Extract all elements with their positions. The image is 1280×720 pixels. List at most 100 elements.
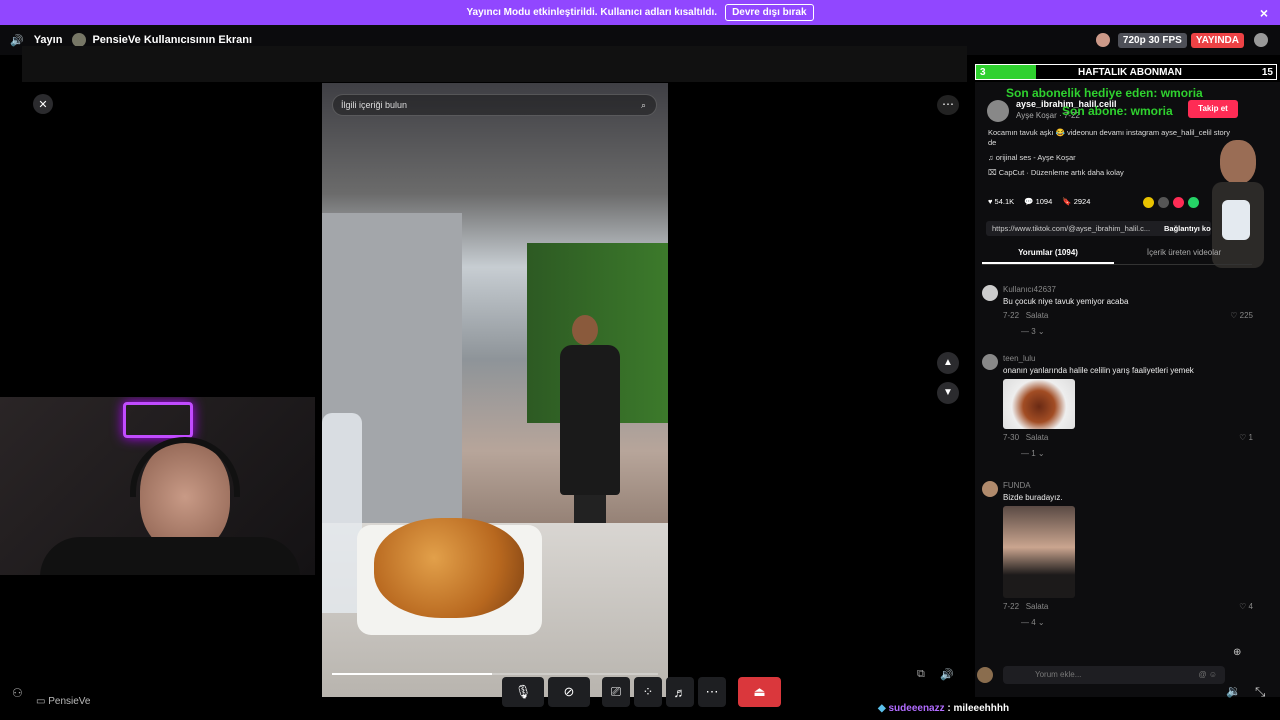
webcam-feed <box>0 397 315 575</box>
comment-like-count: 225 <box>1239 311 1253 320</box>
gift-line: Son abonelik hediye eden: wmoria <box>1006 86 1203 100</box>
reply-button[interactable]: Salata <box>1026 602 1049 611</box>
neon-light <box>123 402 193 438</box>
headset-icon <box>130 437 240 497</box>
webcam-name-text: PensieVe <box>48 696 91 707</box>
volume-bottom-button[interactable]: 🔉 <box>1226 684 1241 698</box>
view-replies[interactable]: — 1 ⌄ <box>1003 449 1253 458</box>
like-count: 54.1K <box>994 197 1015 206</box>
comment-user[interactable]: Kullanıcı42637 <box>1003 285 1253 294</box>
creator-avatar[interactable] <box>987 100 1009 122</box>
reply-button[interactable]: Salata <box>1026 311 1049 320</box>
mention-icon[interactable]: @ ☺ <box>1198 666 1217 684</box>
soundboard-icon: ♬ <box>673 684 687 700</box>
browser-toolbar <box>22 46 967 82</box>
disable-streamer-mode-button[interactable]: Devre dışı bırak <box>725 4 814 21</box>
chat-line: ◆ sudeeenazz : mileeehhhh <box>878 703 1009 714</box>
video-link: https://www.tiktok.com/@ayse_ibrahim_hal… <box>992 224 1151 233</box>
view-replies[interactable]: — 4 ⌄ <box>1003 618 1253 627</box>
comment-button[interactable]: 💬 1094 <box>1024 197 1052 206</box>
comment-placeholder: Yorum ekle... <box>1035 670 1082 679</box>
more-options-button[interactable]: ⋯ <box>937 95 959 115</box>
comment-meta: 7-22 Salata ♡ 4 <box>1003 602 1253 611</box>
screen-share-button[interactable]: ⎚ <box>602 677 630 707</box>
more-button[interactable]: ⋯ <box>698 677 726 707</box>
comment-image[interactable] <box>1003 379 1075 429</box>
video-progress-bar[interactable] <box>332 673 658 675</box>
search-input[interactable]: İlgili içeriği bulun ⌕ <box>332 94 657 116</box>
comment-likes[interactable]: ♡ 225 <box>1230 311 1253 320</box>
next-video-button[interactable]: ▼ <box>937 382 959 404</box>
comment-text: Bu çocuk niye tavuk yemiyor acaba <box>1003 297 1129 306</box>
chat-icon[interactable] <box>1254 33 1268 47</box>
tab-comments[interactable]: Yorumlar (1094) <box>982 248 1114 264</box>
embed-icon[interactable] <box>1158 197 1169 208</box>
tab-divider <box>982 264 1252 265</box>
comment-user[interactable]: FUNDA <box>1003 481 1253 490</box>
comment-avatar[interactable] <box>982 481 998 497</box>
send-icon[interactable] <box>1173 197 1184 208</box>
more-icon: ⋯ <box>705 684 719 699</box>
comment-avatar[interactable] <box>982 354 998 370</box>
comment-item: teen_lulu onanın yanlarında halile celil… <box>1003 354 1253 458</box>
camera-button[interactable]: ⊘ <box>548 677 590 707</box>
sub-count: 3 <box>980 66 986 78</box>
copy-link-button[interactable]: Bağlantıyı kopyala <box>1164 221 1211 236</box>
banner-message: Yayıncı Modu etkinleştirildi. Kullanıcı … <box>466 7 718 18</box>
volume-button[interactable]: 🔊 <box>940 668 954 681</box>
chevron-down-icon: ▼ <box>943 387 953 398</box>
reply-count: 4 <box>1031 618 1036 627</box>
reply-count: 3 <box>1031 327 1036 336</box>
shirt <box>40 537 300 575</box>
comment-count: 1094 <box>1035 197 1053 206</box>
comment-user[interactable]: teen_lulu <box>1003 354 1253 363</box>
chat-message: : mileeehhhh <box>947 703 1010 714</box>
stats-row: ♥ 54.1K 💬 1094 🔖 2924 <box>988 197 1090 206</box>
fullscreen-exit-button[interactable]: ⤡ <box>1255 684 1265 700</box>
popout-button[interactable]: ⧉ <box>917 668 925 681</box>
comment-item: FUNDA Bizde buradayız. 7-22 Salata ♡ 4 —… <box>1003 481 1253 627</box>
tiktok-video[interactable]: İlgili içeriği bulun ⌕ <box>322 83 668 697</box>
water-bottle <box>322 413 362 613</box>
activities-icon: ⁘ <box>642 684 654 699</box>
zoom-icon[interactable]: ⊕ <box>1233 647 1241 658</box>
quality-badge: 720p 30 FPS <box>1117 32 1187 48</box>
stream-label: Yayın <box>33 34 63 46</box>
sound-text: orijinal ses - Ayşe Koşar <box>995 153 1076 162</box>
reply-button[interactable]: Salata <box>1026 433 1049 442</box>
save-button[interactable]: 🔖 2924 <box>1062 197 1090 206</box>
microphone-button[interactable]: 🎙 <box>502 677 544 707</box>
comment-likes[interactable]: ♡ 4 <box>1239 602 1253 611</box>
camera-off-icon: ⊘ <box>563 684 575 699</box>
comment-like-count: 1 <box>1248 433 1253 442</box>
capcut-label: ⌧ CapCut · Düzenleme artık daha kolay <box>988 168 1124 177</box>
leave-call-button[interactable]: ⏏ <box>738 677 781 707</box>
close-video-button[interactable]: ✕ <box>33 94 53 114</box>
comment-meta: 7-22 Salata ♡ 225 <box>1003 311 1253 320</box>
share-icon[interactable] <box>1143 197 1154 208</box>
comment-avatar[interactable] <box>982 285 998 301</box>
sound-label: ♫ orijinal ses - Ayşe Koşar <box>988 153 1076 162</box>
comment-input[interactable]: Yorum ekle... @ ☺ <box>1003 666 1225 684</box>
view-replies[interactable]: — 3 ⌄ <box>1003 327 1253 336</box>
microphone-icon: 🎙 <box>514 684 532 699</box>
link-box[interactable]: https://www.tiktok.com/@ayse_ibrahim_hal… <box>986 221 1211 236</box>
search-icon: ⌕ <box>640 99 646 110</box>
screen-share-icon: ⎚ <box>610 684 622 699</box>
close-icon[interactable]: × <box>1260 5 1268 21</box>
comment-image[interactable] <box>1003 506 1075 598</box>
comment-likes[interactable]: ♡ 1 <box>1239 433 1253 442</box>
like-button[interactable]: ♥ 54.1K <box>988 197 1014 206</box>
commenter-avatar <box>977 667 993 683</box>
comment-date: 7-30 <box>1003 433 1020 442</box>
tab-creator-videos[interactable]: İçerik üreten videolar <box>1124 248 1244 257</box>
soundboard-button[interactable]: ♬ <box>666 677 694 707</box>
follow-button[interactable]: Takip et <box>1188 100 1238 118</box>
previous-video-button[interactable]: ▲ <box>937 352 959 374</box>
close-icon: ✕ <box>38 98 48 111</box>
chat-user[interactable]: sudeeenazz <box>888 703 944 714</box>
sub-line: Son abone: wmoria <box>1062 104 1173 118</box>
activities-button[interactable]: ⁘ <box>634 677 662 707</box>
comment-date: 7-22 <box>1003 311 1020 320</box>
whatsapp-icon[interactable] <box>1188 197 1199 208</box>
